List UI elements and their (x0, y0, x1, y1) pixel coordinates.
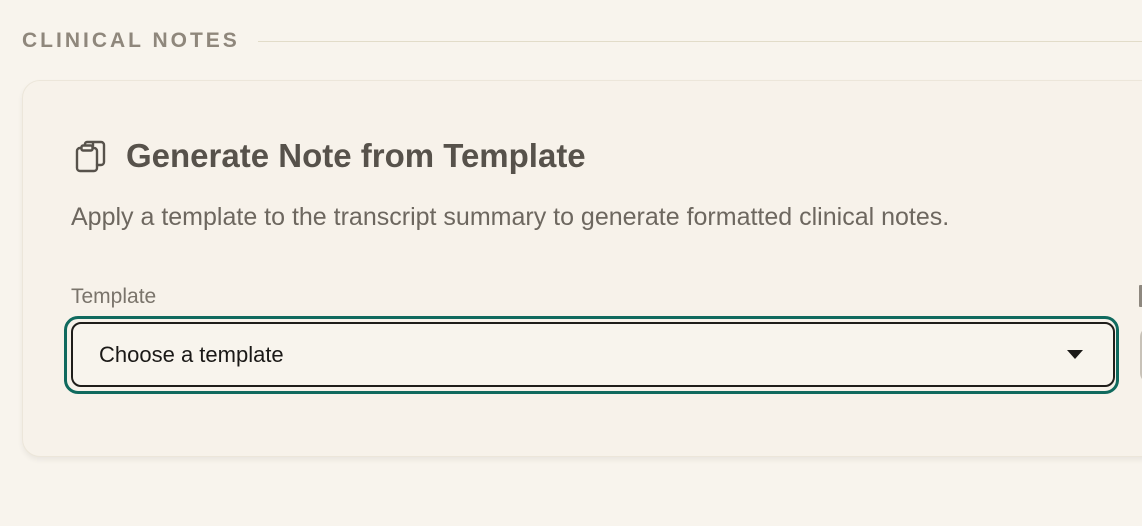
card-heading: Generate Note from Template (73, 137, 586, 175)
template-select-value: Choose a template (99, 341, 284, 367)
card-description: Apply a template to the transcript summa… (71, 203, 950, 231)
caret-down-icon (1067, 350, 1083, 359)
section-header: CLINICAL NOTES (22, 28, 1142, 54)
generate-note-card: Generate Note from Template Apply a temp… (22, 80, 1142, 457)
section-divider (257, 40, 1142, 42)
template-select[interactable]: Choose a template (71, 322, 1115, 387)
clipboard-icon (73, 138, 109, 174)
section-title: CLINICAL NOTES (22, 29, 240, 52)
template-field-label: Template (71, 285, 157, 308)
card-title: Generate Note from Template (126, 137, 586, 174)
